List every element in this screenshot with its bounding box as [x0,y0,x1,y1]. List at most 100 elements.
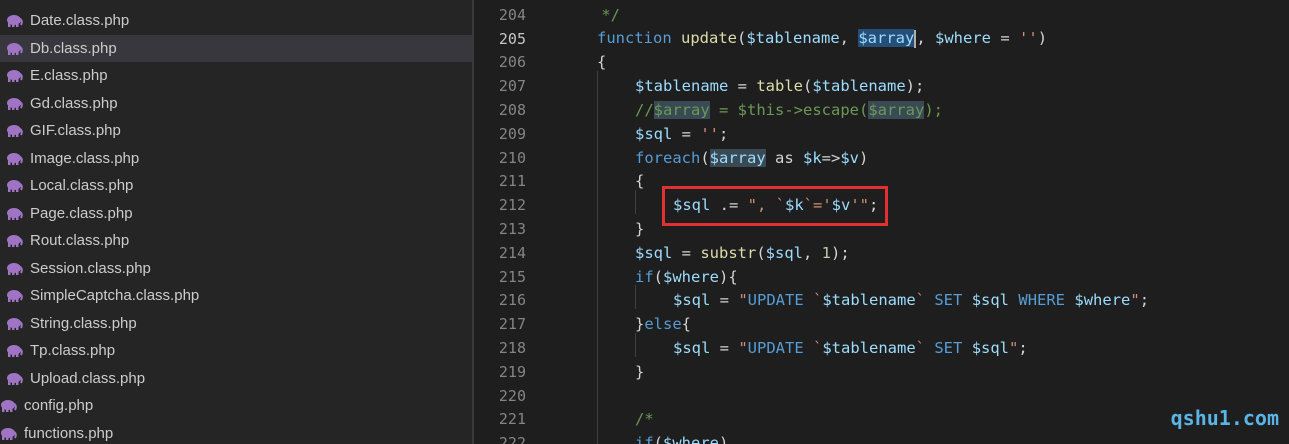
code-line[interactable]: 204 */ [474,3,1289,27]
line-number: 221 [498,410,526,429]
token: ` [915,291,935,310]
token: { [681,315,692,334]
file-item[interactable]: Local.class.php [0,172,472,199]
token: $array [653,101,710,120]
file-item[interactable]: Rout.class.php [0,227,472,254]
code-text: { [597,53,607,72]
token: $where [1074,291,1131,310]
token: = [672,124,701,143]
file-item[interactable]: Tp.class.php [0,337,472,364]
token: = [710,339,739,358]
file-item[interactable]: Image.class.php [0,145,472,172]
token: ` [803,291,823,310]
code-line[interactable]: 205 function update($tablename, $array, … [474,27,1289,51]
line-number: 218 [498,339,526,358]
line-number: 217 [498,315,526,334]
code-text: } [635,362,645,381]
token: = [710,291,739,310]
line-number: 204 [498,5,526,24]
token: update [681,29,737,48]
code-text: if($where){ [635,268,738,286]
code-line[interactable]: 220 [474,384,1289,408]
token: function [597,29,672,48]
token: ) [719,434,729,444]
token: ){ [719,267,738,286]
php-elephant-icon [4,289,24,303]
token: = [672,243,701,262]
code-line[interactable]: 221 /* [474,408,1289,432]
token: ) [1037,29,1048,48]
file-item[interactable]: E.class.php [0,62,472,89]
token: ); [905,77,925,96]
code-line[interactable]: 216 $sql = "UPDATE `$tablename` SET $sql… [474,289,1289,313]
token: $tablename [635,77,729,96]
line-number: 208 [498,101,526,120]
file-item[interactable]: String.class.php [0,310,472,337]
token: if [635,267,654,286]
code-line[interactable]: 217 }else{ [474,312,1289,336]
code-line[interactable]: 206 { [474,51,1289,75]
line-number: 214 [498,243,526,262]
code-line[interactable]: 208 //$array = $this->escape($array); [474,98,1289,122]
file-item[interactable]: GIF.class.php [0,117,472,144]
token: $array [868,101,925,120]
file-item[interactable]: Gd.class.php [0,90,472,117]
file-item[interactable]: functions.php [0,420,472,444]
code-line[interactable]: 214 $sql = substr($sql, 1); [474,241,1289,265]
token: " [738,339,748,358]
token: // [635,101,654,120]
token: '' [700,124,719,143]
token: UPDATE [747,291,804,310]
token: $array [709,148,766,167]
token: '' [1019,29,1038,48]
file-item[interactable]: Session.class.php [0,255,472,282]
php-elephant-icon [4,371,24,385]
file-item[interactable]: SimpleCaptcha.class.php [0,282,472,309]
file-name: Image.class.php [30,149,140,167]
code-line[interactable]: 222 if($where) [474,431,1289,444]
code-text: */ [592,5,620,24]
token: => [821,148,841,167]
token: = [728,77,757,96]
code-editor[interactable]: 204 */ 205 function update($tablename, $… [474,0,1289,444]
token: WHERE [1018,291,1066,310]
php-elephant-icon [4,234,24,248]
token: $tablename [746,29,840,48]
code-text: /* [635,410,654,429]
code-line[interactable]: 207 $tablename = table($tablename); [474,74,1289,98]
token: $where [663,267,720,286]
code-line[interactable]: 219 } [474,360,1289,384]
file-name: Upload.class.php [30,369,146,387]
file-item[interactable]: Page.class.php [0,200,472,227]
file-item[interactable]: config.php [0,392,472,419]
code-line[interactable]: 210 foreach($array as $k=>$v) [474,146,1289,170]
code-text: function update($tablename, $array, $whe… [597,29,1047,48]
line-number: 207 [498,77,526,96]
code-text: $tablename = table($tablename); [635,77,924,95]
line-number: 215 [498,267,526,286]
token: $where [663,434,720,444]
code-line[interactable]: 209 $sql = ''; [474,122,1289,146]
file-item[interactable]: Date.class.php [0,7,472,34]
php-elephant-icon [4,41,24,55]
file-name: config.php [24,397,94,414]
token: $sql [971,339,1010,358]
token: $tablename [822,339,916,358]
file-item[interactable]: Db.class.php [0,34,472,62]
code-line[interactable]: 218 $sql = "UPDATE `$tablename` SET $sql… [474,336,1289,360]
code-line[interactable]: 215 if($where){ [474,265,1289,289]
file-item[interactable]: Upload.class.php [0,365,472,392]
token: ( [700,148,710,167]
token: ( [803,77,813,96]
token: ( [756,243,766,262]
token: if [635,434,654,444]
file-name: Rout.class.php [30,232,130,249]
token: $sql [673,291,711,310]
php-elephant-icon [4,151,24,165]
highlight-annotation-box [662,186,888,226]
line-number: 212 [498,196,526,215]
php-elephant-icon [4,316,24,330]
token: $sql [635,243,673,262]
